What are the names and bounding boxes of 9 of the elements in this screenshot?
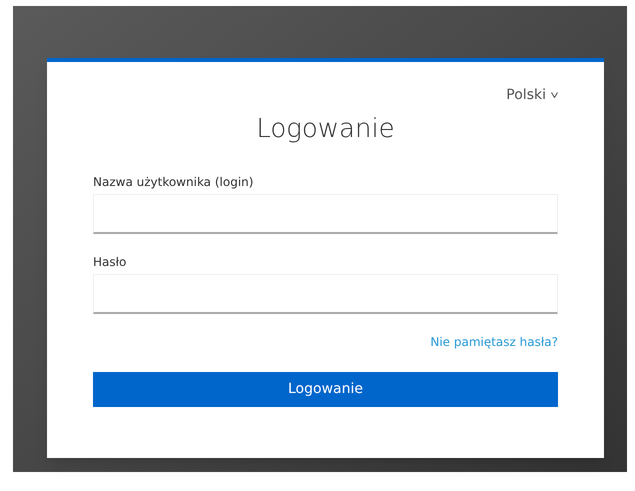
input-field[interactable] [93,194,558,234]
field-label: Nazwa użytkownika (login) [93,176,254,188]
field-label: Hasło [93,256,128,268]
login-button[interactable]: Logowanie [93,372,558,407]
input-field[interactable] [93,274,558,314]
language-selector[interactable]: Polski [506,88,558,102]
forgot-password-link[interactable]: Nie pamiętasz hasła? [430,336,558,348]
caret-icon [551,92,558,98]
page-title: Logowanie [255,116,396,142]
